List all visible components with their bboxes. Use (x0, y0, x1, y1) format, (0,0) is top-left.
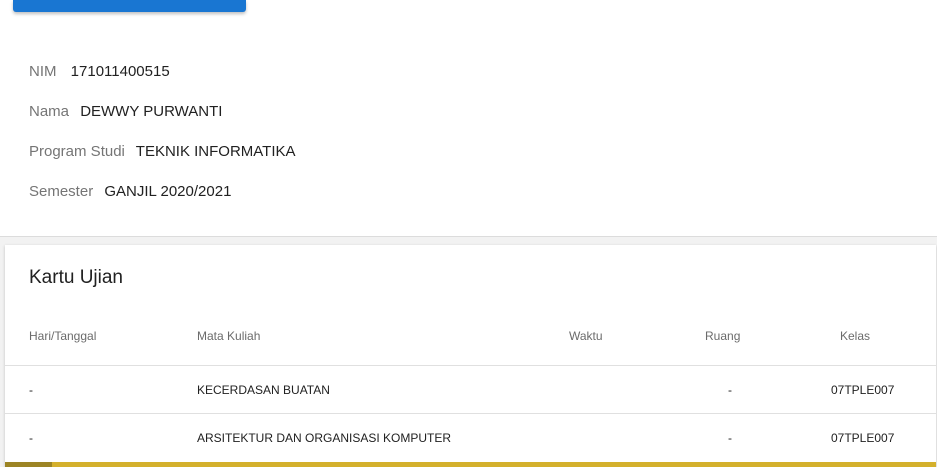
bottom-accent-bar (52, 462, 936, 467)
prodi-row: Program Studi TEKNIK INFORMATIKA (29, 142, 296, 162)
semester-label: Semester (29, 183, 94, 200)
prodi-label: Program Studi (29, 143, 125, 160)
cell-hari: - (29, 383, 33, 397)
nim-value: 171011400515 (70, 63, 170, 80)
bottom-accent-bar-left (5, 462, 52, 467)
column-header-mata-kuliah: Mata Kuliah (197, 329, 261, 343)
print-button[interactable] (13, 0, 246, 12)
cell-mata-kuliah: KECERDASAN BUATAN (197, 383, 330, 397)
row-divider (5, 413, 936, 414)
student-info-card: NIM 171011400515 Nama DEWWY PURWANTI Pro… (0, 0, 937, 237)
column-header-ruang: Ruang (705, 329, 741, 343)
nama-row: Nama DEWWY PURWANTI (29, 102, 222, 122)
semester-row: Semester GANJIL 2020/2021 (29, 182, 231, 202)
cell-hari: - (29, 431, 33, 445)
column-header-kelas: Kelas (840, 329, 871, 343)
cell-ruang: - (728, 431, 732, 445)
cell-kelas: 07TPLE007 (831, 431, 895, 445)
exam-card: Kartu Ujian Hari/Tanggal Mata Kuliah Wak… (5, 245, 936, 467)
nama-value: DEWWY PURWANTI (80, 103, 223, 120)
semester-value: GANJIL 2020/2021 (104, 183, 232, 200)
nim-row: NIM 171011400515 (29, 62, 170, 82)
nama-label: Nama (29, 103, 70, 120)
cell-kelas: 07TPLE007 (831, 383, 895, 397)
cell-mata-kuliah: ARSITEKTUR DAN ORGANISASI KOMPUTER (197, 431, 452, 445)
card-title: Kartu Ujian (29, 267, 123, 288)
column-header-waktu: Waktu (569, 329, 603, 343)
row-divider (5, 365, 936, 366)
cell-ruang: - (728, 383, 732, 397)
prodi-value: TEKNIK INFORMATIKA (135, 143, 296, 160)
nim-label: NIM (29, 63, 57, 80)
column-header-hari: Hari/Tanggal (29, 329, 97, 343)
page: NIM 171011400515 Nama DEWWY PURWANTI Pro… (0, 0, 937, 467)
